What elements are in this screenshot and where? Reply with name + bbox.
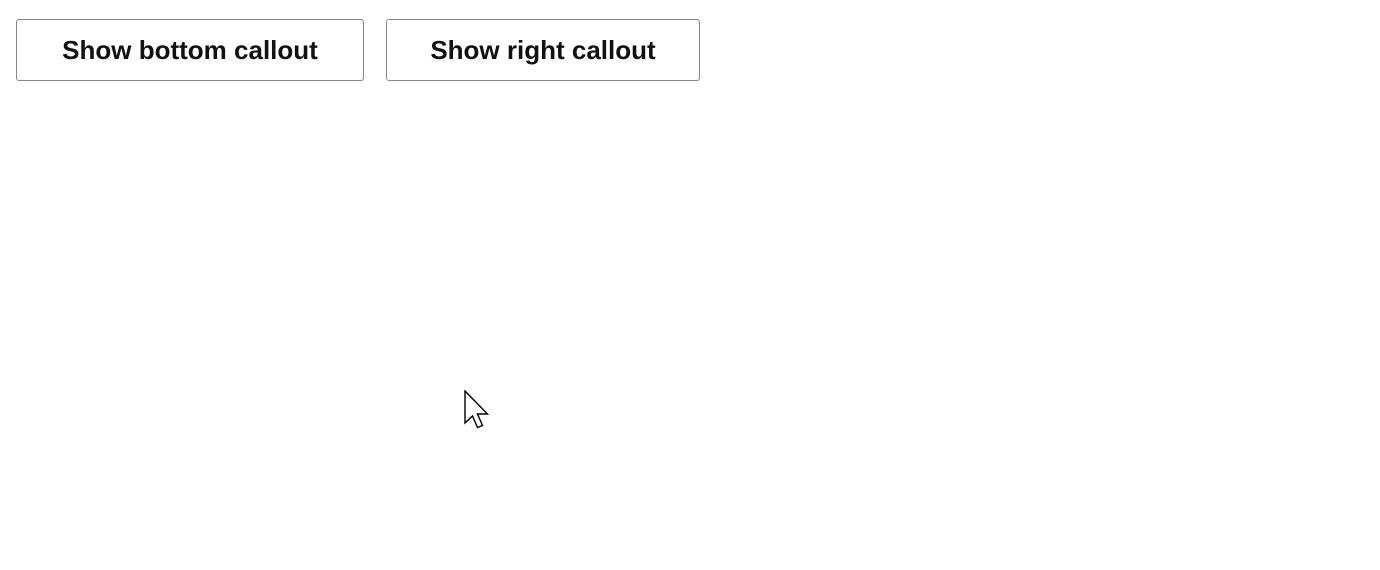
callout-toolbar: Show bottom callout Show right callout xyxy=(16,19,700,81)
show-right-callout-button[interactable]: Show right callout xyxy=(386,19,700,81)
page: Show bottom callout Show right callout xyxy=(0,0,1380,570)
show-bottom-callout-button[interactable]: Show bottom callout xyxy=(16,19,364,81)
mouse-cursor-icon xyxy=(464,390,490,429)
